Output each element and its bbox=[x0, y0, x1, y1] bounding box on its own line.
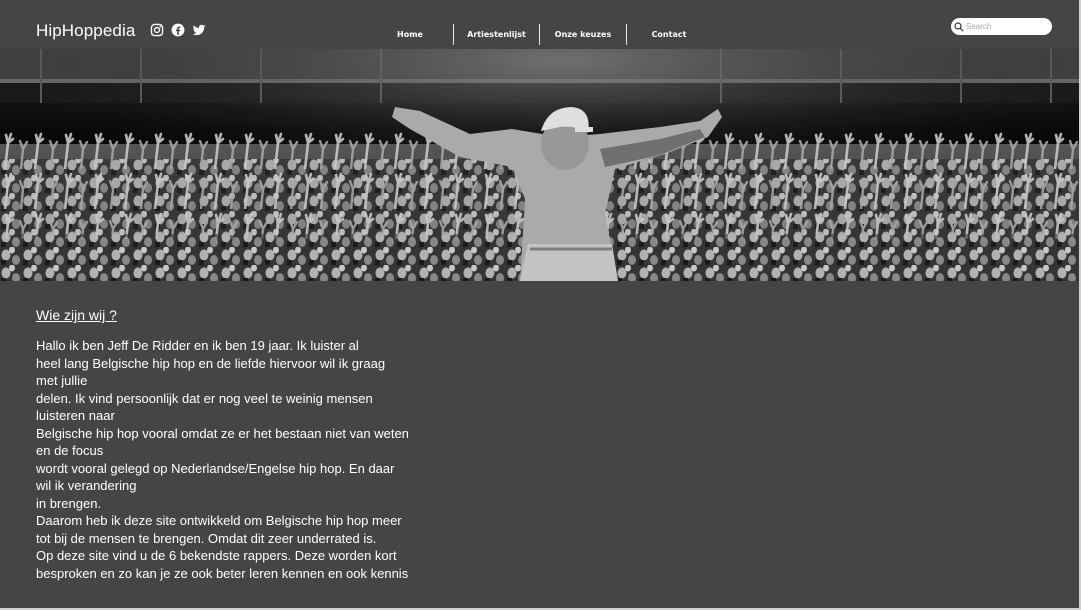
about-line: Daarom heb ik deze site ontwikkeld om Be… bbox=[36, 513, 402, 528]
about-line: in brengen. bbox=[36, 495, 102, 511]
social-links bbox=[150, 23, 206, 37]
instagram-icon[interactable] bbox=[150, 23, 164, 37]
about-line: Belgische hip hop vooral omdat ze er het… bbox=[36, 425, 409, 441]
page: HipHoppedia Home Artiestenlijst Onze keu… bbox=[0, 0, 1081, 610]
about-line: wordt vooral gelegd op Nederlandse/Engel… bbox=[36, 460, 395, 476]
nav-home[interactable]: Home bbox=[367, 24, 453, 45]
site-header: HipHoppedia Home Artiestenlijst Onze keu… bbox=[0, 0, 1081, 49]
nav-artiestenlijst[interactable]: Artiestenlijst bbox=[454, 24, 539, 45]
twitter-icon[interactable] bbox=[192, 23, 206, 37]
about-line: en de focus bbox=[36, 443, 104, 458]
search-input[interactable] bbox=[964, 19, 1050, 34]
about-line: delen. Ik vind persoonlijk dat er nog ve… bbox=[36, 390, 373, 406]
main-nav: Home Artiestenlijst Onze keuzes Contact bbox=[367, 24, 711, 45]
concert-photo bbox=[0, 49, 1081, 281]
about-heading: Wie zijn wij ? bbox=[36, 307, 117, 323]
about-line: Op deze site vind u de 6 bekendste rappe… bbox=[36, 548, 397, 563]
hero-image bbox=[0, 49, 1081, 281]
facebook-icon[interactable] bbox=[171, 23, 185, 37]
about-line: Hallo ik ben Jeff De Ridder en ik ben 19… bbox=[36, 338, 359, 353]
about-line: tot bij de mensen te brengen. Omdat dit … bbox=[36, 530, 377, 546]
about-line: besproken en zo kan je ze ook beter lere… bbox=[36, 565, 409, 581]
about-text: Hallo ik ben Jeff De Ridder en ik ben 19… bbox=[36, 337, 436, 582]
about-line: wil ik verandering bbox=[36, 478, 137, 493]
site-logo[interactable]: HipHoppedia bbox=[36, 21, 135, 41]
about-section: Wie zijn wij ? Hallo ik ben Jeff De Ridd… bbox=[36, 306, 436, 582]
about-line: luisteren naar bbox=[36, 408, 115, 423]
search-icon[interactable] bbox=[954, 21, 964, 32]
about-line: met jullie bbox=[36, 373, 88, 388]
about-line: heel lang Belgische hip hop en de liefde… bbox=[36, 355, 386, 371]
nav-onze-keuzes[interactable]: Onze keuzes bbox=[540, 24, 626, 45]
search-box[interactable] bbox=[951, 18, 1052, 35]
nav-contact[interactable]: Contact bbox=[627, 24, 711, 45]
